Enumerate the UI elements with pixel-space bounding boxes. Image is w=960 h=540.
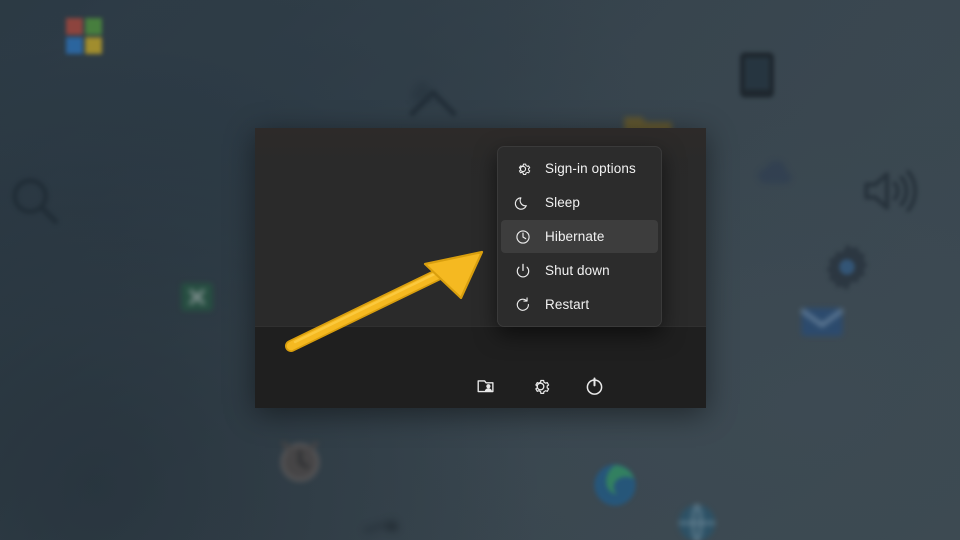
power-icon — [516, 263, 530, 277]
flyout-item-label: Hibernate — [545, 229, 605, 244]
user-switch-icon — [477, 380, 494, 393]
account-switch-button[interactable] — [470, 370, 502, 402]
flyout-item-label: Restart — [545, 297, 590, 312]
gear-icon — [518, 163, 531, 175]
start-menu-footer — [255, 327, 706, 408]
moon-icon — [514, 196, 527, 210]
flyout-item-label: Shut down — [545, 263, 610, 278]
restart-icon — [516, 296, 529, 311]
flyout-item-label: Sign-in options — [545, 161, 636, 176]
power-icon — [586, 376, 602, 395]
settings-button[interactable] — [524, 370, 556, 402]
power-button[interactable] — [578, 370, 610, 402]
flyout-item-icon — [513, 193, 533, 213]
flyout-item-icon — [513, 295, 533, 315]
gear-icon — [534, 379, 549, 394]
power-flyout-menu[interactable]: Sign-in options Sleep Hibernate Shut down Re… — [497, 146, 662, 327]
footer-action-row — [470, 370, 610, 402]
flyout-item-shut-down[interactable]: Shut down — [501, 254, 658, 287]
flyout-item-icon — [513, 227, 533, 247]
flyout-item-hibernate[interactable]: Hibernate — [501, 220, 658, 253]
flyout-item-icon — [513, 261, 533, 281]
flyout-item-sign-in-options[interactable]: Sign-in options — [501, 152, 658, 185]
clock-icon — [516, 229, 530, 244]
screen-root: Sign-in options Sleep Hibernate Shut down Re… — [0, 0, 960, 540]
flyout-item-restart[interactable]: Restart — [501, 288, 658, 321]
flyout-item-sleep[interactable]: Sleep — [501, 186, 658, 219]
flyout-item-icon — [513, 159, 533, 179]
flyout-item-label: Sleep — [545, 195, 581, 210]
